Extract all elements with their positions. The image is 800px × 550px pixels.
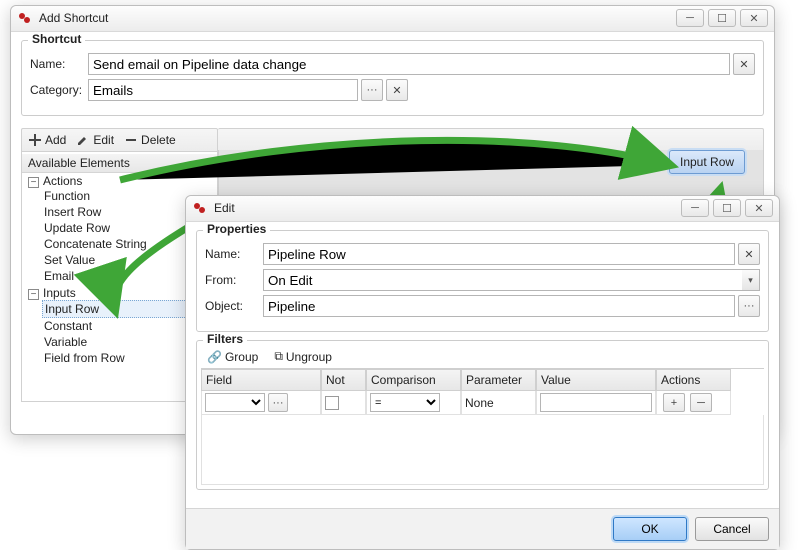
col-comparison: Comparison [366, 369, 461, 391]
edit-button[interactable]: Edit [76, 133, 114, 147]
ungroup-button[interactable]: ⧉ Ungroup [274, 349, 332, 364]
filters-toolbar: 🔗 Group ⧉ Ungroup [201, 345, 764, 369]
dialog-button-bar: OK Cancel [186, 508, 779, 549]
shortcut-group: Shortcut Name: ✕ Category: ··· ✕ [21, 40, 764, 116]
prop-object-browse-button[interactable]: ··· [738, 295, 760, 317]
ok-button[interactable]: OK [613, 517, 687, 541]
close-button[interactable]: ✕ [745, 199, 773, 217]
group-button[interactable]: 🔗 Group [207, 349, 258, 364]
filter-add-button[interactable]: + [663, 393, 685, 412]
filter-remove-button[interactable]: ─ [690, 393, 712, 412]
close-button[interactable]: ✕ [740, 9, 768, 27]
tree-header: Available Elements [22, 154, 217, 173]
filters-legend: Filters [203, 332, 247, 346]
filters-grid-body [201, 415, 764, 485]
prop-name-input[interactable] [263, 243, 735, 265]
clear-category-button[interactable]: ✕ [386, 79, 408, 101]
filter-field-browse[interactable]: ··· [268, 393, 288, 412]
clear-prop-name-button[interactable]: ✕ [738, 243, 760, 265]
name-label: Name: [30, 57, 88, 71]
prop-from-label: From: [205, 273, 263, 287]
filters-grid-header: Field Not Comparison Parameter Value Act… [201, 369, 764, 391]
prop-object-input[interactable] [263, 295, 735, 317]
clear-name-button[interactable]: ✕ [733, 53, 755, 75]
category-browse-button[interactable]: ··· [361, 79, 383, 101]
dialog-title: Add Shortcut [39, 11, 676, 25]
pencil-icon [76, 133, 90, 147]
delete-button[interactable]: Delete [124, 133, 176, 147]
app-icon [192, 200, 208, 216]
maximize-button[interactable]: ☐ [713, 199, 741, 217]
filter-parameter-cell: None [461, 391, 536, 415]
cancel-button[interactable]: Cancel [695, 517, 769, 541]
prop-name-label: Name: [205, 247, 263, 261]
prop-object-label: Object: [205, 299, 263, 313]
add-button[interactable]: Add [28, 133, 66, 147]
col-parameter: Parameter [461, 369, 536, 391]
canvas-node-input-row[interactable]: Input Row [669, 150, 745, 174]
prop-from-dropdown[interactable]: ▾ [742, 269, 760, 291]
link-icon: 🔗 [207, 350, 222, 364]
app-icon [17, 10, 33, 26]
minimize-button[interactable]: ─ [681, 199, 709, 217]
col-field: Field [201, 369, 321, 391]
elements-toolbar: Add Edit Delete [21, 128, 218, 152]
properties-group: Properties Name: ✕ From: ▾ Object: ··· [196, 230, 769, 332]
category-label: Category: [30, 83, 88, 97]
minimize-button[interactable]: ─ [676, 9, 704, 27]
filters-group: Filters 🔗 Group ⧉ Ungroup Field Not Comp… [196, 340, 769, 490]
filter-comparison-select[interactable]: = [370, 393, 440, 412]
prop-from-input[interactable] [263, 269, 742, 291]
filter-not-checkbox[interactable] [325, 396, 339, 410]
col-value: Value [536, 369, 656, 391]
plus-icon [28, 133, 42, 147]
minus-icon [124, 133, 138, 147]
unlink-icon: ⧉ [274, 349, 283, 364]
col-actions: Actions [656, 369, 731, 391]
maximize-button[interactable]: ☐ [708, 9, 736, 27]
properties-legend: Properties [203, 222, 270, 236]
edit-dialog: Edit ─ ☐ ✕ Properties Name: ✕ From: ▾ Ob [185, 195, 780, 550]
shortcut-category-input[interactable] [88, 79, 358, 101]
filters-grid-row: ··· = None + ─ [201, 391, 764, 415]
shortcut-legend: Shortcut [28, 32, 85, 46]
titlebar: Add Shortcut ─ ☐ ✕ [11, 6, 774, 32]
edit-titlebar: Edit ─ ☐ ✕ [186, 196, 779, 222]
filter-field-select[interactable] [205, 393, 265, 412]
edit-dialog-title: Edit [214, 201, 681, 215]
shortcut-name-input[interactable] [88, 53, 730, 75]
filter-value-input[interactable] [540, 393, 652, 412]
col-not: Not [321, 369, 366, 391]
